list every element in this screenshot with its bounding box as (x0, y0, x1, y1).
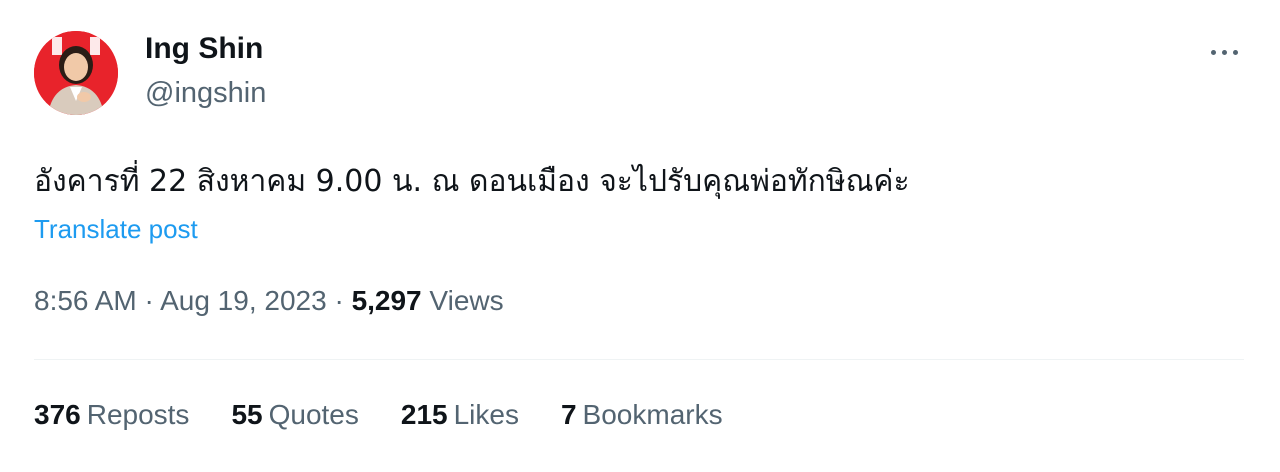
bookmarks-stat[interactable]: 7 Bookmarks (561, 399, 723, 431)
views-label: Views (429, 285, 504, 316)
tweet-date[interactable]: Aug 19, 2023 (160, 285, 327, 316)
likes-label: Likes (453, 399, 519, 430)
tweet-text: อังคารที่ 22 สิงหาคม 9.00 น. ณ ดอนเมือง … (34, 164, 910, 199)
quotes-count: 55 (231, 399, 263, 430)
reposts-stat[interactable]: 376 Reposts (34, 399, 189, 431)
likes-count: 215 (400, 399, 448, 430)
separator: · (334, 285, 344, 316)
bookmarks-label: Bookmarks (582, 399, 723, 430)
tweet-card: Ing Shin @ingshin อังคารที่ 22 สิงหาคม 9… (0, 0, 1280, 472)
dot (1232, 49, 1238, 55)
quotes-label: Quotes (268, 399, 359, 430)
bookmarks-count: 7 (560, 399, 577, 430)
more-options-icon[interactable] (1203, 38, 1245, 66)
avatar[interactable] (34, 31, 118, 115)
views-count: 5,297 (351, 285, 422, 316)
reposts-label: Reposts (86, 399, 190, 430)
tweet-time[interactable]: 8:56 AM (34, 285, 137, 316)
engagement-stats: 376 Reposts 55 Quotes 215 Likes 7 Bookmarks (34, 399, 723, 431)
separator: · (144, 285, 154, 316)
user-handle[interactable]: @ingshin (145, 77, 266, 110)
tweet-meta: 8:56 AM · Aug 19, 2023 · 5,297 Views (34, 285, 504, 317)
reposts-count: 376 (34, 399, 81, 430)
quotes-stat[interactable]: 55 Quotes (231, 399, 358, 431)
dot (1221, 49, 1227, 55)
dot (1210, 49, 1216, 55)
translate-post-link[interactable]: Translate post (34, 214, 198, 245)
avatar-image (34, 31, 118, 115)
divider (34, 359, 1244, 360)
display-name[interactable]: Ing Shin (145, 32, 263, 66)
likes-stat[interactable]: 215 Likes (401, 399, 519, 431)
